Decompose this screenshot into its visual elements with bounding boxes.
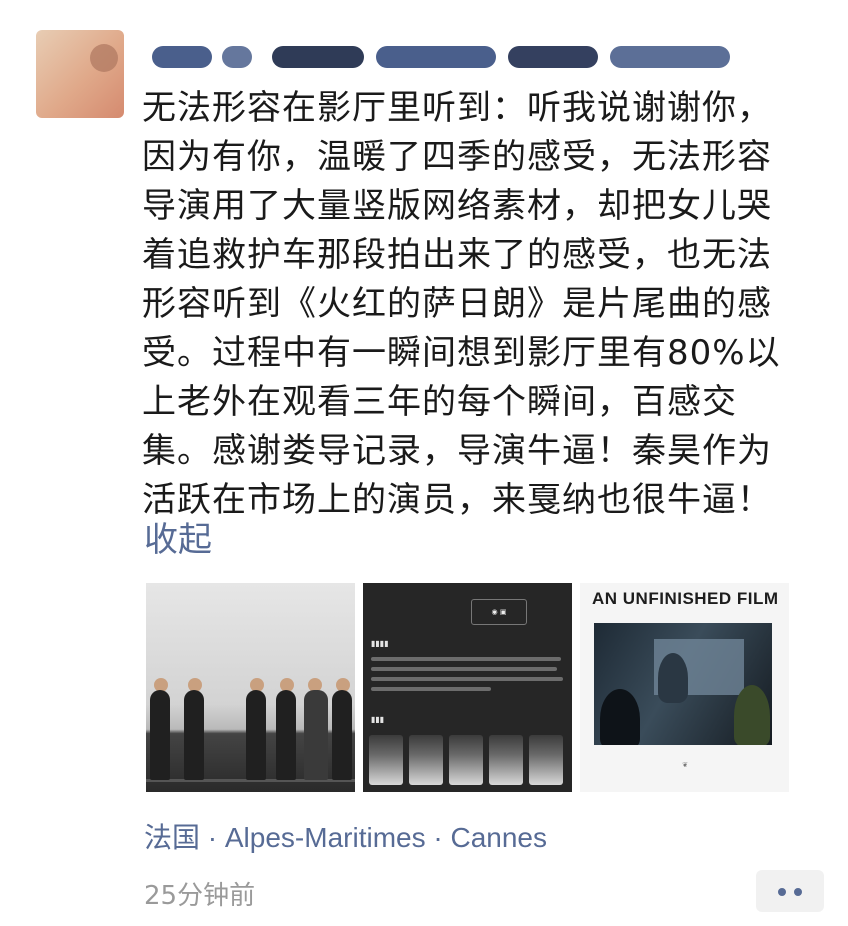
- avatar[interactable]: [36, 30, 124, 118]
- post-body: 无法形容在影厅里听到：听我说谢谢你， 因为有你，温暖了四季的感受，无法形容 导演…: [142, 84, 812, 525]
- post-body-line: 导演用了大量竖版网络素材，却把女儿哭: [142, 186, 772, 226]
- two-dots-icon: [778, 888, 786, 896]
- photo-stage[interactable]: [146, 583, 355, 792]
- post-body-line: 集。感谢娄导记录，导演牛逼！秦昊作为: [142, 431, 772, 471]
- collapse-link[interactable]: 收起: [144, 512, 212, 561]
- post-body-line: 受。过程中有一瞬间想到影厅里有80%以: [142, 333, 781, 373]
- post-body-line: 活跃在市场上的演员，来戛纳也很牛逼！: [142, 480, 772, 520]
- post-timestamp: 25分钟前: [144, 881, 256, 911]
- post-body-line: 因为有你，温暖了四季的感受，无法形容: [142, 137, 772, 177]
- post-body-line: 着追救护车那段拍出来了的感受，也无法: [142, 235, 772, 275]
- photo-poster[interactable]: AN UNFINISHED FILM ❦: [580, 583, 789, 792]
- post-body-line: 无法形容在影厅里听到：听我说谢谢你，: [142, 88, 772, 128]
- post-body-line: 上老外在观看三年的每个瞬间，百感交: [142, 382, 737, 422]
- poster-title: AN UNFINISHED FILM: [592, 589, 779, 608]
- photo-film-page[interactable]: ◉ ▣ ▮▮▮▮ ▮▮▮: [363, 583, 572, 792]
- moments-post: 无法形容在影厅里听到：听我说谢谢你， 因为有你，温暖了四季的感受，无法形容 导演…: [0, 0, 848, 926]
- film-logo-icon: ◉ ▣: [471, 599, 527, 625]
- post-body-line: 形容听到《火红的萨日朗》是片尾曲的感: [142, 284, 772, 324]
- more-actions-button[interactable]: [756, 870, 824, 912]
- location-link[interactable]: 法国 · Alpes-Maritimes · Cannes: [144, 816, 547, 856]
- avatar-blur: [90, 44, 118, 72]
- username-blurred[interactable]: [152, 40, 732, 76]
- festival-laurel-icon: ❦: [682, 761, 688, 769]
